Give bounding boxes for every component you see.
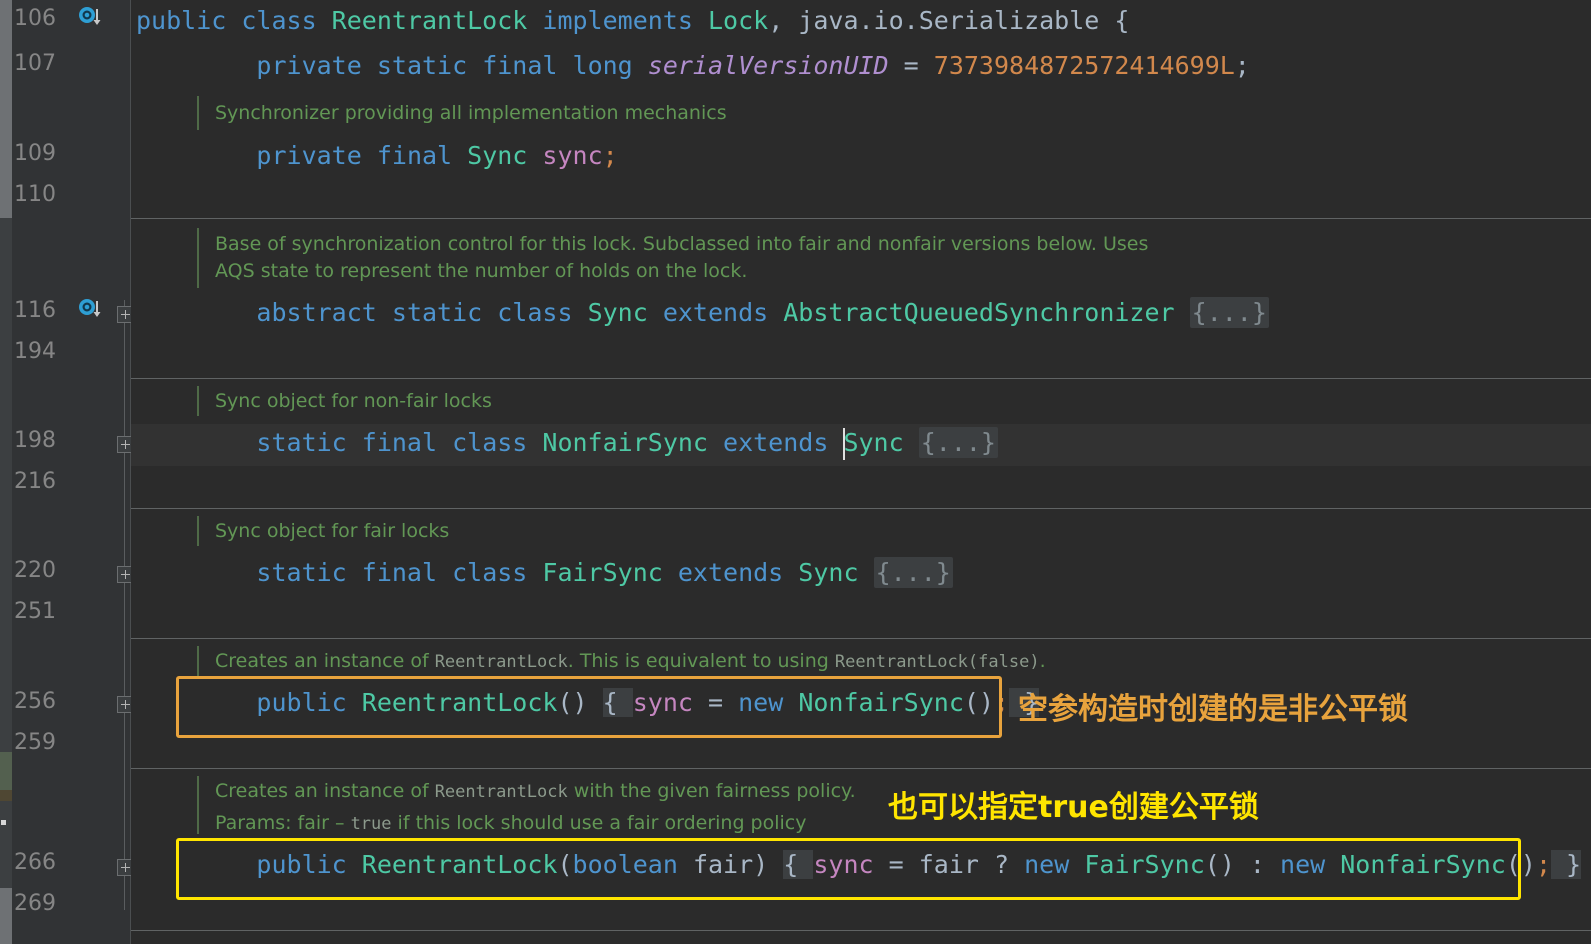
member-separator [131,218,1591,219]
annotation-fair-lock: 也可以指定true创建公平锁 [888,790,1259,825]
line-number: 110 [14,182,56,207]
doc-comment-ctor-fair-line2: Params: fair – true if this lock should … [215,812,807,834]
doc-comment-ctor-fair-line1: Creates an instance of ReentrantLock wit… [215,780,856,802]
marker-brown-changed[interactable] [0,790,12,801]
line-number: 251 [14,599,56,624]
doc-comment-bar [197,646,199,676]
member-separator [131,378,1591,379]
doc-comment-sync-field: Synchronizer providing all implementatio… [215,102,727,124]
highlight-box-noarg-constructor [176,676,1002,738]
doc-comment-bar [197,228,199,288]
doc-comment-ctor-noarg: Creates an instance of ReentrantLock. Th… [215,650,1046,672]
implemented-by-icon[interactable] [78,298,104,324]
doc-comment-bar [197,776,199,834]
code-line-109[interactable]: private final Sync sync; [136,141,617,171]
line-number: 259 [14,730,56,755]
line-number: 107 [14,51,56,76]
line-number: 269 [14,891,56,916]
line-number: 256 [14,689,56,714]
line-number: 116 [14,298,56,323]
line-number: 216 [14,469,56,494]
highlight-box-fair-constructor [176,838,1521,900]
line-number: 198 [14,428,56,453]
code-line-116[interactable]: abstract static class Sync extends Abstr… [136,297,1269,328]
line-number: 220 [14,558,56,583]
implemented-by-icon[interactable] [78,6,104,32]
code-editor-canvas[interactable]: public class ReentrantLock implements Lo… [131,0,1591,944]
code-line-106[interactable]: public class ReentrantLock implements Lo… [136,6,1129,36]
text-caret [843,428,845,460]
line-number: 106 [14,6,56,31]
member-separator [131,638,1591,639]
editor-gutter[interactable]: 106 107 109 110 116 194 198 216 220 251 … [12,0,134,944]
line-number: 266 [14,850,56,875]
line-number: 109 [14,141,56,166]
doc-comment-bar [197,386,199,416]
doc-comment-sync-class: Base of synchronization control for this… [215,233,1149,282]
doc-comment-nonfair: Sync object for non-fair locks [215,390,492,412]
marker-white-dot[interactable] [1,820,6,825]
doc-comment-bar [197,96,199,130]
member-separator [131,508,1591,509]
doc-comment-fair: Sync object for fair locks [215,520,450,542]
fold-connector-line [124,300,125,910]
code-line-198[interactable]: static final class NonfairSync extends S… [136,427,998,458]
line-number: 194 [14,339,56,364]
doc-comment-bar [197,516,199,546]
annotation-nonfair-lock: 空参构造时创建的是非公平锁 [1018,692,1408,727]
member-separator [131,930,1591,931]
member-separator [131,768,1591,769]
code-line-220[interactable]: static final class FairSync extends Sync… [136,557,953,588]
code-line-107[interactable]: private static final long serialVersionU… [136,51,1249,81]
